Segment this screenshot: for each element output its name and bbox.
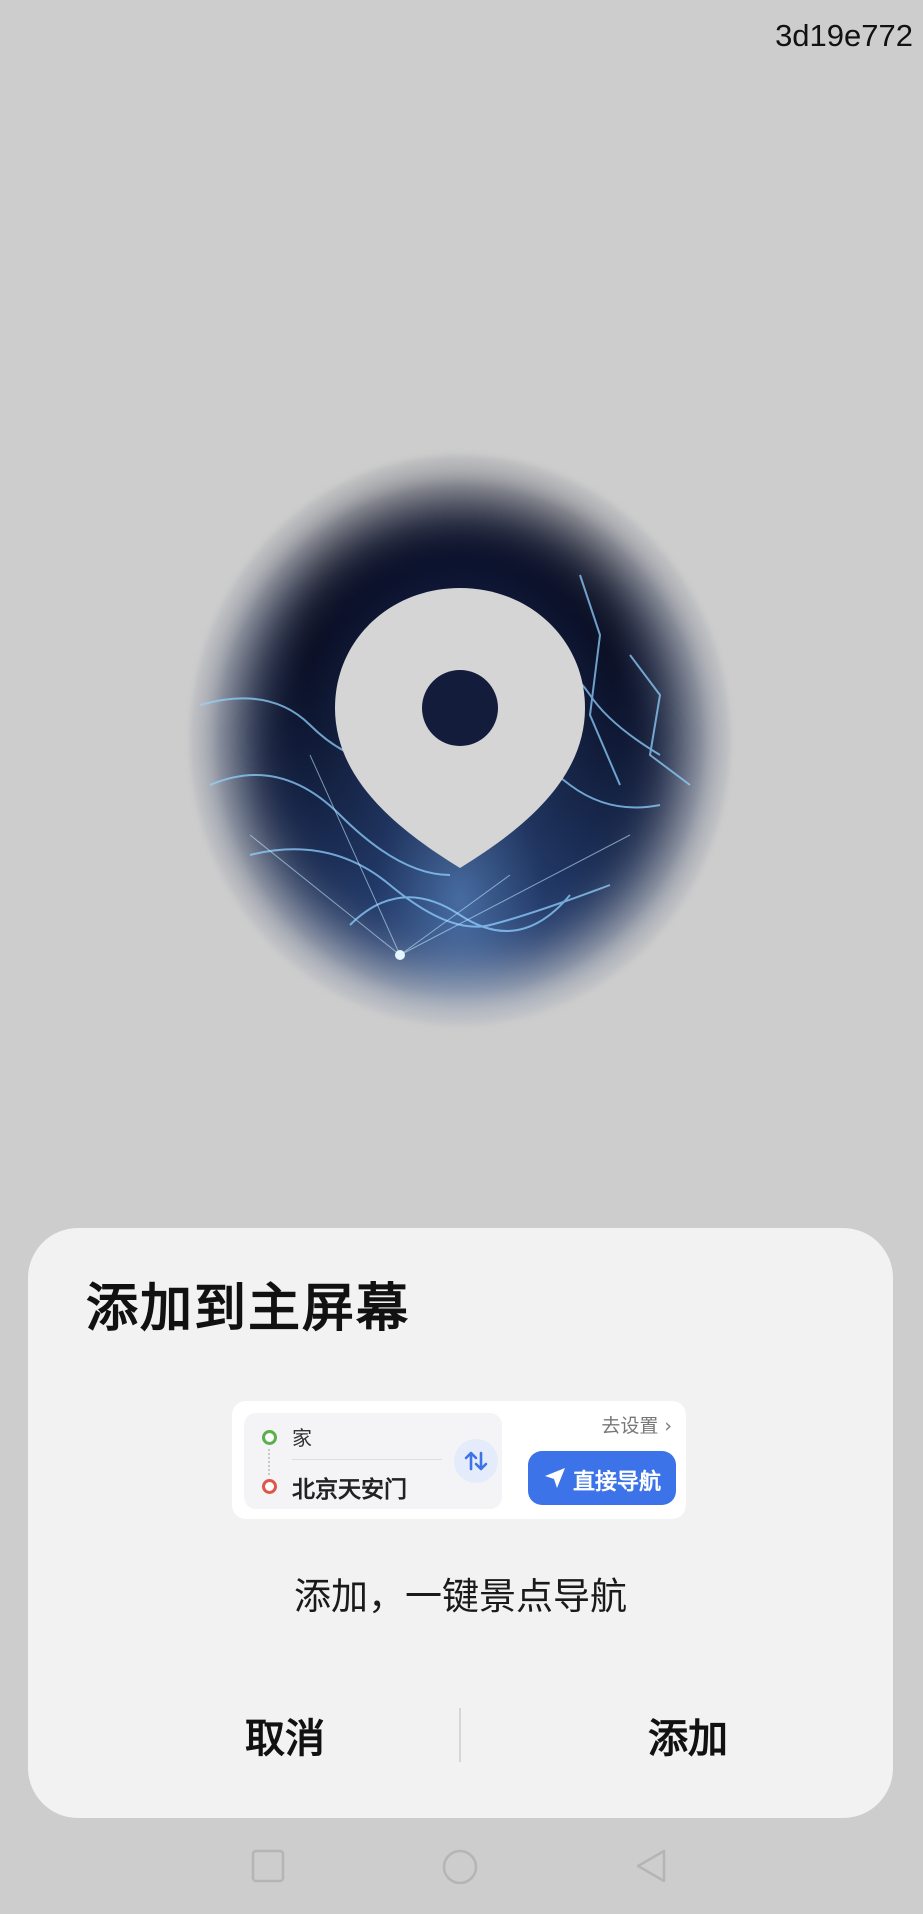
from-location: 家 <box>292 1426 312 1450</box>
navigate-button-label: 直接导航 <box>573 1470 662 1495</box>
widget-preview: 家 北京天安门 去设置 › 直接导航 <box>232 1401 686 1519</box>
to-dot-icon <box>262 1479 277 1494</box>
to-location: 北京天安门 <box>292 1477 407 1503</box>
route-divider <box>292 1459 442 1460</box>
from-dot-icon <box>262 1430 277 1445</box>
add-button[interactable]: 添加 <box>538 1706 838 1764</box>
back-icon[interactable] <box>634 1848 668 1884</box>
recent-apps-icon[interactable] <box>250 1848 286 1884</box>
location-pin-icon <box>335 588 585 868</box>
swap-vertical-icon <box>464 1451 488 1471</box>
add-to-home-dialog: 添加到主屏幕 家 北京天安门 去设置 › 直接导航 添加，一键景点导航 取消 添… <box>28 1228 893 1818</box>
route-box: 家 北京天安门 <box>244 1413 502 1509</box>
chevron-right-icon: › <box>664 1415 672 1437</box>
navigate-button: 直接导航 <box>528 1451 676 1505</box>
cancel-button[interactable]: 取消 <box>135 1706 435 1764</box>
home-icon[interactable] <box>441 1848 479 1886</box>
swap-button <box>454 1439 498 1483</box>
button-divider <box>459 1708 461 1762</box>
dialog-description: 添加，一键景点导航 <box>294 1575 627 1618</box>
settings-link: 去设置 › <box>601 1411 672 1438</box>
navigation-arrow-icon <box>545 1468 565 1488</box>
dialog-title: 添加到主屏幕 <box>86 1279 411 1339</box>
overlay-id-text: 3d19e772 <box>775 18 913 53</box>
route-dash <box>268 1449 270 1475</box>
settings-link-label: 去设置 <box>601 1415 659 1437</box>
